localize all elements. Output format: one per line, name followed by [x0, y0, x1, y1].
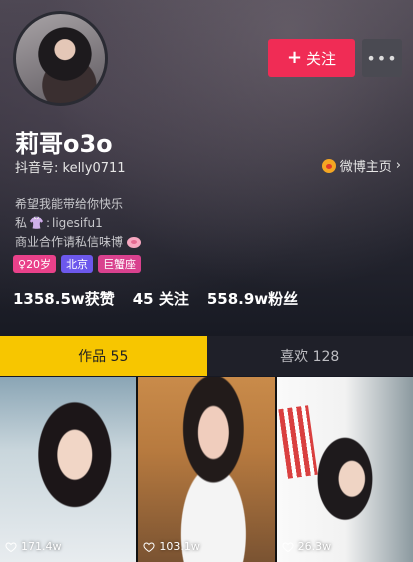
heart-icon [5, 541, 17, 552]
follow-button[interactable]: + 关注 [268, 39, 355, 77]
profile-name: 莉哥o3o [15, 130, 113, 158]
bio-text: 希望我能带给你快乐 [15, 197, 124, 211]
thumbnail-decoration [277, 405, 318, 479]
bio-line: 希望我能带给你快乐 [15, 195, 141, 214]
more-icon: ••• [366, 48, 398, 68]
tab-works[interactable]: 作品 55 [0, 336, 207, 376]
weibo-link-label: 微博主页 [339, 160, 392, 175]
douyin-id: 抖音号: kelly0711 [15, 161, 126, 176]
video-likes: 103.1w [143, 540, 200, 553]
weibo-icon [321, 158, 336, 173]
heart-icon [143, 541, 155, 552]
tab-likes[interactable]: 喜欢 128 [206, 336, 413, 376]
video-likes-count: 171.4w [21, 540, 62, 553]
bio-text: ligesifu1 [52, 216, 103, 230]
city-tag: 北京 [61, 255, 94, 273]
following-count[interactable]: 45 关注 [133, 288, 189, 309]
pig-icon [127, 237, 142, 248]
weibo-homepage-link[interactable]: 微博主页 › [321, 156, 401, 175]
video-thumbnail[interactable]: 171.4w [0, 377, 137, 562]
video-thumbnail[interactable]: 26.3w [276, 377, 413, 562]
plus-icon: + [286, 47, 303, 68]
bio: 希望我能带给你快乐 私 👚 : ligesifu1 商业合作请私信味博 [15, 195, 142, 252]
video-grid: 171.4w 103.1w 26.3w [0, 377, 413, 562]
bio-line: 商业合作请私信味博 [15, 233, 142, 252]
age-tag-label: 20岁 [26, 258, 52, 271]
profile-tabs: 作品 55 喜欢 128 [0, 336, 413, 376]
bio-colon: : [45, 216, 51, 230]
tshirt-icon: 👚 [29, 216, 44, 230]
age-tag: ♀ 20岁 [13, 255, 57, 273]
video-thumbnail[interactable]: 103.1w [138, 377, 275, 562]
zodiac-tag: 巨蟹座 [98, 255, 142, 273]
followers-count[interactable]: 558.9w粉丝 [207, 288, 298, 309]
chevron-right-icon: › [395, 158, 401, 173]
bio-text: 私 [15, 216, 28, 230]
heart-icon [282, 541, 294, 552]
video-likes: 26.3w [282, 540, 332, 553]
video-likes-count: 103.1w [159, 540, 200, 553]
bio-line: 私 👚 : ligesifu1 [15, 214, 141, 233]
video-likes-count: 26.3w [297, 540, 332, 553]
follow-button-label: 关注 [306, 49, 337, 68]
female-icon: ♀ [18, 257, 27, 271]
likes-count: 1358.5w获赞 [13, 290, 115, 308]
profile-stats: 1358.5w获赞 45 关注 558.9w粉丝 [13, 288, 298, 309]
bio-text: 商业合作请私信味博 [15, 235, 124, 249]
profile-tags: ♀ 20岁 北京 巨蟹座 [13, 255, 142, 273]
more-button[interactable]: ••• [362, 39, 402, 77]
video-likes: 171.4w [5, 540, 62, 553]
avatar[interactable] [13, 11, 108, 106]
